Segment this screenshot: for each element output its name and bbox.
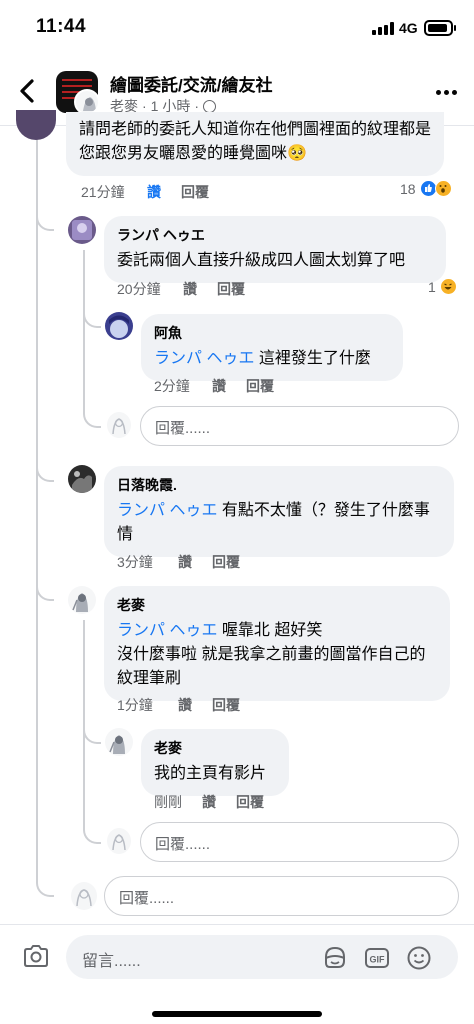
commenter-name[interactable]: 日落晚霞. xyxy=(117,475,441,495)
reply-button[interactable]: 回覆 xyxy=(217,279,245,299)
comment-body: 這裡發生了什麼 xyxy=(258,350,371,367)
thread-connector xyxy=(83,826,101,844)
wow-reaction-icon xyxy=(434,180,452,197)
comment-time[interactable]: 20分鐘 xyxy=(117,279,183,299)
comment-actions: 21分鐘 讚 回覆 xyxy=(81,182,209,202)
commenter-name[interactable]: 老麥 xyxy=(117,595,437,615)
reply-button[interactable]: 回覆 xyxy=(236,792,264,812)
thread-line xyxy=(83,250,85,412)
gif-label: GIF xyxy=(370,955,386,965)
comment-text: 沒什麼事啦 就是我拿之前畫的圖當作自己的紋理筆刷 xyxy=(117,646,426,687)
like-button[interactable]: 讚 xyxy=(202,792,236,812)
comment-bubble: 日落晚霞. ランパ ヘゥエ 有點不太懂（？發生了什麼事情 xyxy=(104,466,454,557)
thread-line xyxy=(83,620,85,827)
commenter-name[interactable]: ランパ ヘゥエ xyxy=(117,225,433,245)
comment-time[interactable]: 3分鐘 xyxy=(117,552,178,572)
group-name[interactable]: 繪圖委託/交流/繪友社 xyxy=(110,71,272,96)
comment-text: ランパ ヘゥエ 這裡發生了什麼 xyxy=(154,347,390,371)
comment-bubble: 老麥 ランパ ヘゥエ 喔靠北 超好笑 沒什麼事啦 就是我拿之前畫的圖當作自己的紋… xyxy=(104,586,450,701)
comment-input[interactable]: 留言...... GIF xyxy=(66,935,458,979)
comment-text: 請問老師的委託人知道你在他們圖裡面的紋理都是您跟您男友曬恩愛的睡覺圖咪🥺 xyxy=(79,121,432,162)
haha-reaction-icon xyxy=(439,278,457,295)
avatar-sticker-icon xyxy=(325,946,345,968)
camera-icon xyxy=(24,945,48,967)
reply-button[interactable]: 回覆 xyxy=(212,552,240,572)
reply-button[interactable]: 回覆 xyxy=(246,376,274,396)
comment-text: 我的主頁有影片 xyxy=(154,765,267,782)
like-button[interactable]: 讚 xyxy=(178,695,212,715)
thread-connector xyxy=(36,583,54,601)
commenter-name[interactable]: 老麥 xyxy=(154,738,276,758)
comment-bubble: 老麥 我的主頁有影片 xyxy=(141,729,289,796)
camera-button[interactable] xyxy=(22,944,50,968)
comment-text: 委託兩個人直接升級成四人圖太划算了吧 xyxy=(117,252,406,269)
status-bar: 11:44 4G xyxy=(0,0,474,56)
comment-bubble: 請問老師的委託人知道你在他們圖裡面的紋理都是您跟您男友曬恩愛的睡覺圖咪🥺 xyxy=(66,112,444,176)
mention-link[interactable]: ランパ ヘゥエ xyxy=(154,350,254,367)
commenter-avatar[interactable] xyxy=(68,216,96,244)
commenter-avatar[interactable] xyxy=(105,312,133,340)
reply-input[interactable]: 回覆...... xyxy=(140,406,459,446)
reply-button[interactable]: 回覆 xyxy=(212,695,240,715)
thread-connector xyxy=(83,310,101,328)
commenter-avatar[interactable] xyxy=(68,586,96,614)
reaction-count: 18 xyxy=(400,180,416,197)
my-avatar xyxy=(107,828,131,854)
thread-connector xyxy=(36,464,54,482)
thread-line xyxy=(36,127,38,880)
battery-icon xyxy=(424,20,456,36)
comment-composer: 留言...... GIF xyxy=(0,924,474,1024)
signal-icon xyxy=(372,22,394,35)
comment-actions: 剛剛 讚 回覆 xyxy=(154,792,264,812)
my-avatar xyxy=(71,882,97,910)
comment-placeholder: 留言...... xyxy=(82,953,141,970)
comment-text: ランパ ヘゥエ 有點不太懂（？發生了什麼事情 xyxy=(117,499,441,547)
like-button[interactable]: 讚 xyxy=(212,376,246,396)
comment-text: ランパ ヘゥエ 喔靠北 超好笑 xyxy=(117,619,437,643)
more-options-button[interactable] xyxy=(436,90,458,96)
thread-connector xyxy=(83,410,101,428)
status-time: 11:44 xyxy=(36,16,87,37)
reply-input[interactable]: 回覆...... xyxy=(104,876,459,916)
network-type: 4G xyxy=(399,20,418,36)
comment-actions: 3分鐘 讚 回覆 xyxy=(117,552,240,572)
comment-actions: 1分鐘 讚 回覆 xyxy=(117,695,240,715)
comment-bubble: ランパ ヘゥエ 委託兩個人直接升級成四人圖太划算了吧 xyxy=(104,216,446,283)
reaction-count: 1 xyxy=(428,278,436,295)
emoji-button[interactable] xyxy=(406,945,432,971)
mention-link[interactable]: ランパ ヘゥエ xyxy=(117,622,217,639)
reply-input[interactable]: 回覆...... xyxy=(140,822,459,862)
commenter-avatar[interactable] xyxy=(105,728,133,756)
reaction-summary[interactable]: 18 xyxy=(400,180,452,197)
mention-link[interactable]: ランパ ヘゥエ xyxy=(117,502,217,519)
reaction-summary[interactable]: 1 xyxy=(428,278,457,295)
comment-time[interactable]: 剛剛 xyxy=(154,792,202,812)
comment-time[interactable]: 1分鐘 xyxy=(117,695,178,715)
my-avatar xyxy=(107,412,131,438)
avatar-sticker-button[interactable] xyxy=(322,945,348,971)
comment-actions: 20分鐘 讚 回覆 xyxy=(117,279,245,299)
thread-connector xyxy=(36,213,54,231)
commenter-name[interactable]: 阿魚 xyxy=(154,323,390,343)
comment-body: 喔靠北 超好笑 xyxy=(221,622,323,639)
comment-time[interactable]: 21分鐘 xyxy=(81,182,147,202)
gif-button[interactable]: GIF xyxy=(364,945,390,971)
comment-actions: 2分鐘 讚 回覆 xyxy=(154,376,274,396)
home-indicator xyxy=(152,1011,322,1017)
comment-time[interactable]: 2分鐘 xyxy=(154,376,212,396)
like-button[interactable]: 讚 xyxy=(147,182,181,202)
reply-button[interactable]: 回覆 xyxy=(181,182,209,202)
comment-bubble: 阿魚 ランパ ヘゥエ 這裡發生了什麼 xyxy=(141,314,403,381)
like-button[interactable]: 讚 xyxy=(183,279,217,299)
chevron-left-icon xyxy=(20,79,34,103)
commenter-avatar[interactable] xyxy=(68,465,96,493)
back-button[interactable] xyxy=(14,74,42,108)
thread-connector xyxy=(83,726,101,744)
thread-connector xyxy=(36,879,54,897)
like-button[interactable]: 讚 xyxy=(178,552,212,572)
gif-icon: GIF xyxy=(365,948,389,968)
emoji-icon xyxy=(407,946,431,970)
globe-icon xyxy=(203,99,217,113)
commenter-avatar[interactable] xyxy=(16,110,56,140)
